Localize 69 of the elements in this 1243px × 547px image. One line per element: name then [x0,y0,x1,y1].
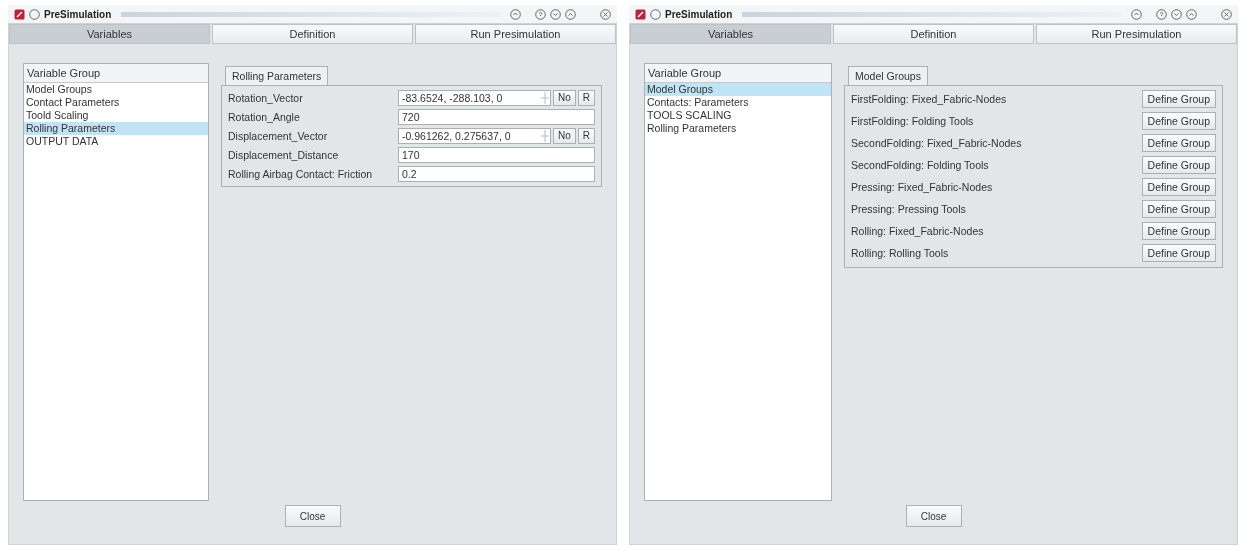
tab[interactable]: Definition [833,24,1034,44]
help-icon[interactable] [535,8,546,20]
list-header: Variable Group [645,64,831,83]
input-field[interactable]: 0.2 [397,165,595,182]
circle-icon[interactable] [650,8,661,20]
close-button[interactable]: Close [905,505,962,527]
r-button[interactable]: R [577,89,595,106]
tab[interactable]: Variables [9,24,210,44]
list-item[interactable]: Model Groups [645,83,831,96]
app-icon[interactable] [14,8,25,20]
shade-icon[interactable] [1131,8,1142,20]
group-label: Pressing: Fixed_Fabric-Nodes [851,181,994,193]
group-box-tab[interactable]: Model Groups [848,66,928,85]
no-button[interactable]: No [552,127,576,144]
no-button[interactable]: No [552,89,576,106]
spinner-icon[interactable] [539,90,550,105]
define-group-button[interactable]: Define Group [1141,200,1216,218]
field-label: Displacement_Vector [227,129,329,142]
input-field[interactable]: 720 [397,108,595,125]
field-label: Rotation_Angle [227,110,301,123]
app-icon[interactable] [635,8,646,20]
define-group-button[interactable]: Define Group [1141,112,1216,130]
group-box-tab[interactable]: Rolling Parameters [224,66,329,85]
close-icon[interactable] [1221,8,1232,20]
spinner-icon[interactable] [539,128,550,143]
group-label: Rolling: Rolling Tools [851,247,950,259]
define-group-button[interactable]: Define Group [1141,156,1216,174]
list-item[interactable]: Toold Scaling [24,109,208,122]
group-label: FirstFolding: Fixed_Fabric-Nodes [851,93,1008,105]
list-item[interactable]: Model Groups [24,83,208,96]
group-label: Rolling: Fixed_Fabric-Nodes [851,225,985,237]
window-title: PreSimulation [665,8,733,20]
list-item[interactable]: Contacts: Parameters [645,96,831,109]
minimize-icon[interactable] [1171,8,1182,20]
r-button[interactable]: R [577,127,595,144]
vector-field[interactable]: -0.961262, 0.275637, 0 [397,127,551,144]
list-header: Variable Group [24,64,208,83]
define-group-button[interactable]: Define Group [1141,178,1216,196]
tab[interactable]: Run Presimulation [415,24,616,44]
define-group-button[interactable]: Define Group [1141,90,1216,108]
group-label: FirstFolding: Folding Tools [851,115,975,127]
group-label: SecondFolding: Fixed_Fabric-Nodes [851,137,1023,149]
circle-icon[interactable] [29,8,40,20]
group-label: SecondFolding: Folding Tools [851,159,990,171]
field-label: Displacement_Distance [227,148,340,161]
list-item[interactable]: OUTPUT DATA [24,135,208,148]
field-label: Rolling Airbag Contact: Friction [227,167,374,180]
window-title: PreSimulation [44,8,112,20]
input-field[interactable]: 170 [397,146,595,163]
list-item[interactable]: Contact Parameters [24,96,208,109]
close-icon[interactable] [600,8,611,20]
group-label: Pressing: Pressing Tools [851,203,967,215]
define-group-button[interactable]: Define Group [1141,222,1216,240]
close-button[interactable]: Close [284,505,341,527]
tab[interactable]: Definition [212,24,413,44]
maximize-icon[interactable] [565,8,576,20]
list-item[interactable]: Rolling Parameters [645,122,831,135]
vector-field[interactable]: -83.6524, -288.103, 0 [397,89,551,106]
list-item[interactable]: TOOLS SCALING [645,109,831,122]
define-group-button[interactable]: Define Group [1141,134,1216,152]
tab[interactable]: Run Presimulation [1036,24,1237,44]
shade-icon[interactable] [510,8,521,20]
help-icon[interactable] [1156,8,1167,20]
define-group-button[interactable]: Define Group [1141,244,1216,262]
field-label: Rotation_Vector [227,91,304,104]
maximize-icon[interactable] [1186,8,1197,20]
list-item[interactable]: Rolling Parameters [24,122,208,135]
tab[interactable]: Variables [630,24,831,44]
minimize-icon[interactable] [550,8,561,20]
